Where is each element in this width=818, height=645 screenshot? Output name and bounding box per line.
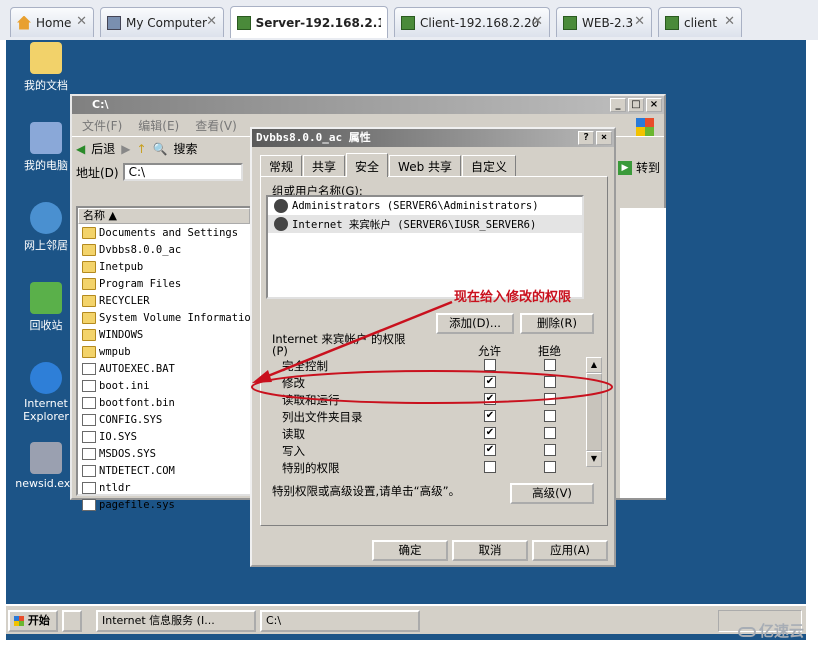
annotation-arrowhead (252, 370, 272, 383)
annotation-ellipse (251, 370, 613, 404)
annotation-arrow (257, 300, 453, 382)
tab-security[interactable]: 安全 (346, 153, 389, 177)
cloud-logo-icon (737, 626, 756, 637)
watermark: 亿速云 (737, 620, 804, 641)
annotation-overlay (251, 300, 613, 404)
watermark-text: 亿速云 (758, 622, 804, 640)
